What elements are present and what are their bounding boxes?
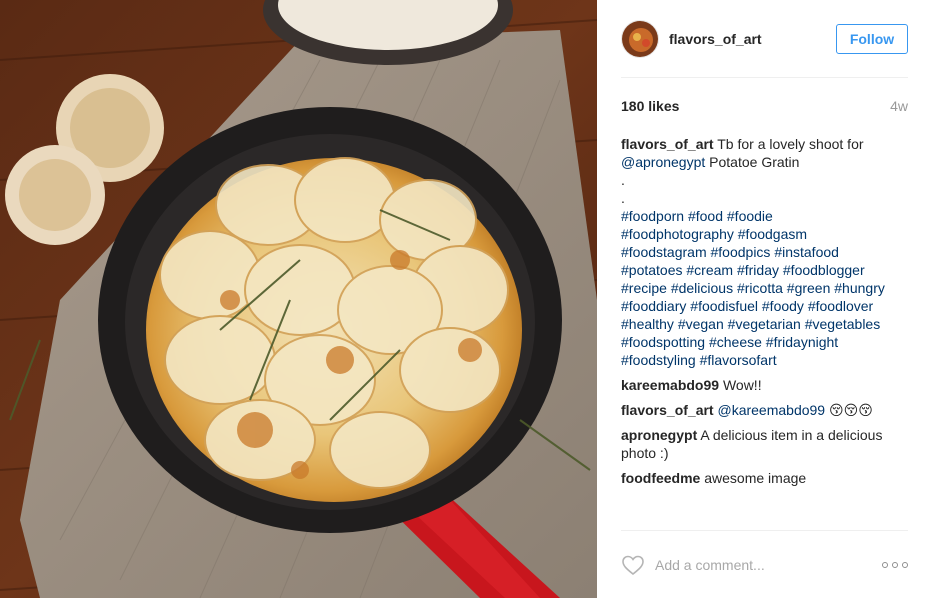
post-header: flavors_of_art Follow xyxy=(621,18,908,60)
comment-text: Wow!! xyxy=(722,377,762,393)
more-dot xyxy=(882,562,888,568)
comment-username[interactable]: foodfeedme xyxy=(621,470,700,486)
hashtag-link[interactable]: #foodspotting xyxy=(621,334,705,350)
hashtag-line: #healthy #vegan #vegetarian #vegetables xyxy=(621,315,913,333)
hashtag-line: #potatoes #cream #friday #foodblogger xyxy=(621,261,913,279)
hashtag-link[interactable]: #green xyxy=(787,280,831,296)
hashtag-link[interactable]: #ricotta xyxy=(737,280,783,296)
comment-text: 😚😚😚 xyxy=(829,402,873,418)
post-photo[interactable] xyxy=(0,0,597,598)
hashtag-link[interactable]: #fridaynight xyxy=(766,334,838,350)
caption-text: Tb for a lovely shoot for xyxy=(717,136,864,152)
hashtag-line: #foodphotography #foodgasm xyxy=(621,225,913,243)
hashtag-link[interactable]: #cream xyxy=(686,262,733,278)
potato-gratin-image xyxy=(0,0,597,598)
post-time[interactable]: 4w xyxy=(890,98,908,114)
hashtag-link[interactable]: #vegetables xyxy=(805,316,881,332)
hashtag-link[interactable]: #foodblogger xyxy=(783,262,865,278)
more-options-icon[interactable] xyxy=(882,560,908,570)
comment-item: apronegypt A delicious item in a delicio… xyxy=(621,426,913,462)
add-comment-input[interactable] xyxy=(655,557,882,573)
caption-hashtags: #foodporn #food #foodie #foodphotography … xyxy=(621,207,913,369)
comment-username[interactable]: flavors_of_art xyxy=(621,402,714,418)
hashtag-link[interactable]: #foodstagram xyxy=(621,244,707,260)
hashtag-link[interactable]: #friday xyxy=(737,262,779,278)
hashtag-link[interactable]: #foody xyxy=(762,298,804,314)
hashtag-link[interactable]: #fooddiary xyxy=(621,298,686,314)
comment-bar xyxy=(621,552,908,578)
hashtag-link[interactable]: #vegetarian xyxy=(728,316,801,332)
hashtag-line: #foodspotting #cheese #fridaynight xyxy=(621,333,913,351)
follow-button[interactable]: Follow xyxy=(836,24,908,54)
caption-mention[interactable]: @apronegypt xyxy=(621,154,705,170)
hashtag-line: #recipe #delicious #ricotta #green #hung… xyxy=(621,279,913,297)
likes-count[interactable]: 180 likes xyxy=(621,98,679,114)
hashtag-link[interactable]: #vegan xyxy=(678,316,724,332)
hashtag-link[interactable]: #potatoes xyxy=(621,262,683,278)
hashtag-link[interactable]: #hungry xyxy=(834,280,885,296)
footer-divider xyxy=(621,530,908,531)
hashtag-link[interactable]: #foodstyling xyxy=(621,352,696,368)
comment-text: awesome image xyxy=(704,470,807,486)
comment-username[interactable]: kareemabdo99 xyxy=(621,377,719,393)
hashtag-link[interactable]: #healthy xyxy=(621,316,674,332)
comment-item: flavors_of_art @kareemabdo99 😚😚😚 xyxy=(621,401,913,419)
comment-item: foodfeedme awesome image xyxy=(621,469,913,487)
hashtag-link[interactable]: #foodisfuel xyxy=(690,298,758,314)
hashtag-link[interactable]: #instafood xyxy=(774,244,839,260)
caption-username[interactable]: flavors_of_art xyxy=(621,136,714,152)
more-dot xyxy=(902,562,908,568)
hashtag-link[interactable]: #foodgasm xyxy=(738,226,807,242)
hashtag-link[interactable]: #food xyxy=(688,208,723,224)
hashtag-link[interactable]: #foodporn xyxy=(621,208,684,224)
comment-mention[interactable]: @kareemabdo99 xyxy=(717,402,825,418)
hashtag-link[interactable]: #foodphotography xyxy=(621,226,734,242)
caption: flavors_of_art Tb for a lovely shoot for… xyxy=(621,135,913,369)
hashtag-line: #foodporn #food #foodie xyxy=(621,207,913,225)
hashtag-link[interactable]: #foodpics xyxy=(711,244,771,260)
hashtag-link[interactable]: #flavorsofart xyxy=(700,352,777,368)
hashtag-link[interactable]: #delicious xyxy=(671,280,733,296)
header-divider xyxy=(621,77,908,78)
author-username[interactable]: flavors_of_art xyxy=(669,31,836,47)
comment-username[interactable]: apronegypt xyxy=(621,427,697,443)
post-details-panel: flavors_of_art Follow 180 likes 4w flavo… xyxy=(597,0,932,598)
caption-dot: . xyxy=(621,190,625,206)
hashtag-link[interactable]: #recipe xyxy=(621,280,667,296)
hashtag-link[interactable]: #foodie xyxy=(727,208,773,224)
author-avatar[interactable] xyxy=(621,20,659,58)
heart-outline-icon[interactable] xyxy=(621,553,645,577)
hashtag-link[interactable]: #cheese xyxy=(709,334,762,350)
comments-list: flavors_of_art Tb for a lovely shoot for… xyxy=(621,135,913,494)
hashtag-line: #foodstagram #foodpics #instafood xyxy=(621,243,913,261)
more-dot xyxy=(892,562,898,568)
post-stats: 180 likes 4w xyxy=(621,98,908,114)
caption-dot: . xyxy=(621,172,625,188)
hashtag-line: #foodstyling #flavorsofart xyxy=(621,351,913,369)
hashtag-link[interactable]: #foodlover xyxy=(808,298,873,314)
hashtag-line: #fooddiary #foodisfuel #foody #foodlover xyxy=(621,297,913,315)
comment-item: kareemabdo99 Wow!! xyxy=(621,376,913,394)
caption-text-after: Potatoe Gratin xyxy=(709,154,800,170)
